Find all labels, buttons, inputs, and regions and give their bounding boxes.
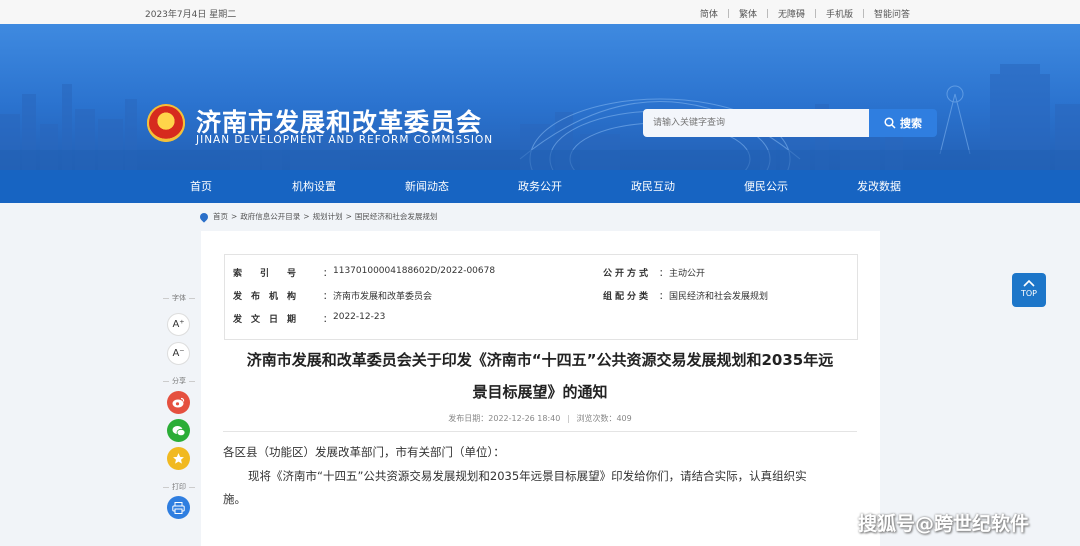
site-subtitle: JINAN DEVELOPMENT AND REFORM COMMISSION bbox=[196, 134, 494, 146]
issuing-org-label: 发 布 机 构 bbox=[233, 292, 297, 302]
disclosure-mode-value: 主动公开 bbox=[669, 269, 706, 279]
view-count: 浏览次数：409 bbox=[576, 414, 632, 423]
issue-date-label: 发 文 日 期 bbox=[233, 315, 297, 325]
nav-home[interactable]: 首页 bbox=[145, 170, 258, 203]
colon: ： bbox=[659, 292, 669, 302]
back-to-top-button[interactable]: TOP bbox=[1012, 273, 1046, 307]
breadcrumb-current[interactable]: 国民经济和社会发展规划 bbox=[355, 211, 438, 222]
header-banner: 济南市发展和改革委员会 JINAN DEVELOPMENT AND REFORM… bbox=[0, 24, 1080, 170]
chevron-up-icon bbox=[1023, 279, 1035, 287]
colon: ： bbox=[323, 292, 333, 302]
mobile-version-link[interactable]: 手机版 bbox=[816, 7, 863, 20]
publish-date: 发布日期：2022-12-26 18:40 bbox=[448, 414, 561, 423]
search-input[interactable] bbox=[643, 109, 869, 137]
document-title-line: 景目标展望》的通知 bbox=[472, 383, 608, 401]
nav-government-affairs[interactable]: 政务公开 bbox=[484, 170, 597, 203]
colon: ： bbox=[659, 269, 669, 279]
body-text-line: 现将《济南市“十四五”公共资源交易发展规划和2035年远景目标展望》印发给你们，… bbox=[248, 469, 807, 483]
search-bar: 搜索 bbox=[643, 109, 937, 137]
share-label: 分享 bbox=[160, 376, 198, 386]
main-navigation: 首页 机构设置 新闻动态 政务公开 政民互动 便民公示 发改数据 bbox=[0, 170, 1080, 203]
issue-date-value: 2022-12-23 bbox=[333, 312, 386, 322]
breadcrumb-home[interactable]: 首页 bbox=[213, 211, 228, 222]
location-pin-icon bbox=[198, 210, 210, 223]
nav-organization[interactable]: 机构设置 bbox=[258, 170, 371, 203]
nav-news[interactable]: 新闻动态 bbox=[371, 170, 484, 203]
breadcrumb-planning[interactable]: 规划计划 bbox=[313, 211, 343, 222]
breadcrumb-info-catalog[interactable]: 政府信息公开目录 bbox=[240, 211, 300, 222]
search-button[interactable]: 搜索 bbox=[869, 109, 937, 137]
city-skyline-illustration bbox=[0, 64, 1080, 170]
top-utility-bar: 2023年7月4日 星期二 简体 繁体 无障碍 手机版 智能问答 bbox=[0, 0, 1080, 25]
content-divider bbox=[223, 431, 857, 432]
star-icon bbox=[173, 453, 184, 464]
favorite-button[interactable] bbox=[167, 447, 190, 470]
category-value: 国民经济和社会发展规划 bbox=[669, 292, 769, 302]
search-icon bbox=[884, 117, 896, 129]
breadcrumb-separator: > bbox=[231, 212, 238, 221]
nav-public-interaction[interactable]: 政民互动 bbox=[597, 170, 710, 203]
weibo-icon bbox=[172, 397, 185, 408]
font-increase-button[interactable]: A⁺ bbox=[167, 313, 190, 336]
body-text-line: 施。 bbox=[223, 492, 246, 506]
accessibility-link[interactable]: 无障碍 bbox=[768, 7, 815, 20]
source-watermark: 搜狐号@跨世纪软件 bbox=[858, 513, 1030, 535]
document-title: 济南市发展和改革委员会关于印发《济南市“十四五”公共资源交易发展规划和2035年… bbox=[223, 344, 857, 408]
breadcrumb-separator: > bbox=[303, 212, 310, 221]
divider bbox=[567, 414, 569, 423]
publish-info: 发布日期：2022-12-26 18:40 浏览次数：409 bbox=[223, 413, 857, 424]
document-metadata-table: 索 引 号 ： 11370100004188602D/2022-00678 发 … bbox=[224, 254, 858, 340]
wechat-icon bbox=[172, 425, 185, 436]
category-label: 组配分类 bbox=[603, 292, 652, 302]
weibo-share-button[interactable] bbox=[167, 391, 190, 414]
article-card: 索 引 号 ： 11370100004188602D/2022-00678 发 … bbox=[201, 231, 880, 546]
utility-links: 简体 繁体 无障碍 手机版 智能问答 bbox=[690, 7, 920, 20]
nav-public-notices[interactable]: 便民公示 bbox=[710, 170, 823, 203]
colon: ： bbox=[323, 315, 333, 325]
wechat-share-button[interactable] bbox=[167, 419, 190, 442]
breadcrumb-separator: > bbox=[345, 212, 352, 221]
print-button[interactable] bbox=[167, 496, 190, 519]
smart-qa-link[interactable]: 智能问答 bbox=[864, 7, 920, 20]
colon: ： bbox=[323, 269, 333, 279]
breadcrumb: 首页 > 政府信息公开目录 > 规划计划 > 国民经济和社会发展规划 bbox=[198, 210, 438, 223]
print-label: 打印 bbox=[160, 482, 198, 492]
printer-icon bbox=[172, 501, 185, 514]
font-decrease-button[interactable]: A⁻ bbox=[167, 342, 190, 365]
current-date: 2023年7月4日 星期二 bbox=[145, 10, 237, 20]
nav-reform-data[interactable]: 发改数据 bbox=[823, 170, 936, 203]
search-button-label: 搜索 bbox=[900, 117, 922, 130]
index-number-label: 索 引 号 bbox=[233, 269, 297, 279]
document-title-line: 济南市发展和改革委员会关于印发《济南市“十四五”公共资源交易发展规划和2035年… bbox=[246, 351, 834, 369]
issuing-org-value: 济南市发展和改革委员会 bbox=[333, 292, 433, 302]
national-emblem-icon bbox=[147, 104, 185, 142]
traditional-chinese-link[interactable]: 繁体 bbox=[729, 7, 767, 20]
salutation-text: 各区县（功能区）发展改革部门，市有关部门（单位）： bbox=[223, 445, 505, 459]
index-number-value: 11370100004188602D/2022-00678 bbox=[333, 266, 496, 276]
back-to-top-label: TOP bbox=[1020, 289, 1037, 298]
simplified-chinese-link[interactable]: 简体 bbox=[690, 7, 728, 20]
font-size-label: 字体 bbox=[160, 293, 198, 303]
disclosure-mode-label: 公开方式 bbox=[603, 269, 652, 279]
